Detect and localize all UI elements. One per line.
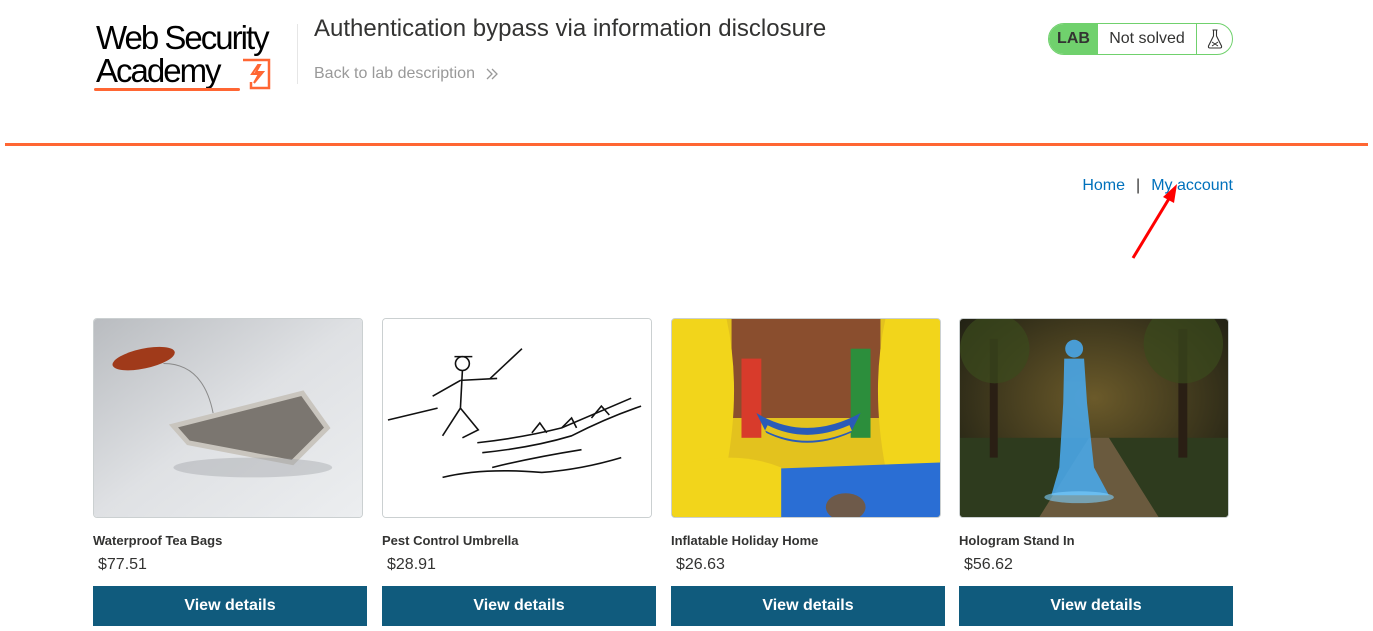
product-name: Hologram Stand In <box>959 533 1075 548</box>
red-annotation-arrow-icon <box>1131 184 1177 259</box>
lab-title: Authentication bypass via information di… <box>314 15 827 42</box>
product-card: Inflatable Holiday Home $26.63 View deta… <box>671 318 945 626</box>
nav-home-link[interactable]: Home <box>1082 177 1125 194</box>
back-link-label: Back to lab description <box>314 65 475 82</box>
logo-line-2: Academy <box>96 52 222 89</box>
back-to-lab-description-link[interactable]: Back to lab description <box>314 65 499 83</box>
product-price: $26.63 <box>676 556 725 573</box>
tea-bag-image <box>93 318 363 518</box>
double-chevron-right-icon <box>486 68 499 80</box>
product-card: Hologram Stand In $56.62 View details <box>959 318 1233 626</box>
product-name: Inflatable Holiday Home <box>671 533 819 548</box>
hologram-woman-image <box>959 318 1229 518</box>
product-name: Pest Control Umbrella <box>382 533 519 548</box>
logo-bolt-icon <box>243 58 271 90</box>
logo-underline <box>94 88 240 91</box>
page-header: Web Security Academy Authentication bypa… <box>0 0 1373 146</box>
lab-badge: LAB <box>1049 24 1098 54</box>
product-name: Waterproof Tea Bags <box>93 533 223 548</box>
view-details-button[interactable]: View details <box>671 586 945 626</box>
product-price: $28.91 <box>387 556 436 573</box>
view-details-button[interactable]: View details <box>382 586 656 626</box>
lab-status-text: Not solved <box>1098 24 1197 54</box>
umbrella-sketch-image <box>382 318 652 518</box>
product-card: Pest Control Umbrella $28.91 View detail… <box>382 318 656 626</box>
bouncy-castle-image <box>671 318 941 518</box>
flask-icon <box>1197 24 1232 54</box>
view-details-button[interactable]: View details <box>959 586 1233 626</box>
header-divider <box>297 24 298 84</box>
web-security-academy-logo[interactable]: Web Security Academy <box>94 20 294 94</box>
product-card: Waterproof Tea Bags $77.51 View details <box>93 318 367 626</box>
product-price: $56.62 <box>964 556 1013 573</box>
logo-line-1: Web Security <box>96 19 270 56</box>
lab-status-widget: LAB Not solved <box>1048 23 1233 55</box>
header-orange-rule <box>5 143 1368 146</box>
product-price: $77.51 <box>98 556 147 573</box>
view-details-button[interactable]: View details <box>93 586 367 626</box>
